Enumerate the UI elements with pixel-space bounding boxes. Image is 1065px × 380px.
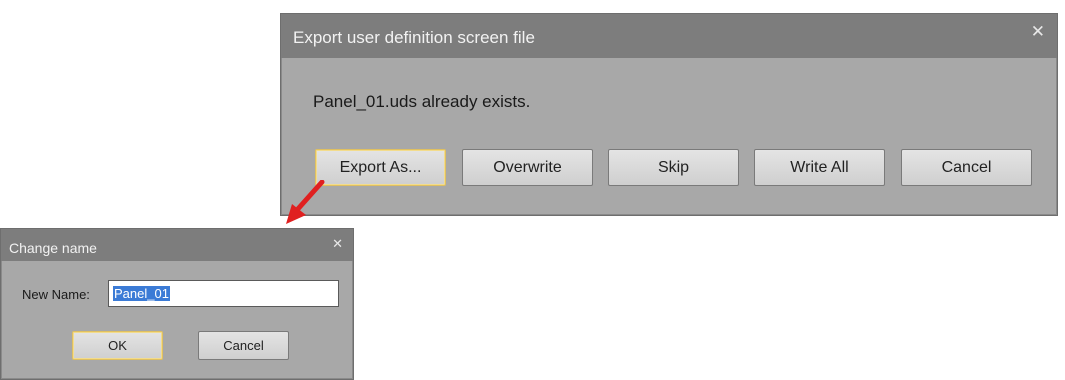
change-name-dialog: Change name ✕ New Name: Panel_01 OK Canc…	[0, 228, 354, 380]
exists-message: Panel_01.uds already exists.	[313, 92, 531, 111]
red-arrow-annotation	[286, 180, 325, 224]
new-name-input[interactable]: Panel_01	[108, 280, 339, 307]
ok-button[interactable]: OK	[72, 331, 163, 360]
cancel-button[interactable]: Cancel	[901, 149, 1032, 186]
export-file-dialog: Export user definition screen file ✕ Pan…	[280, 13, 1058, 216]
close-icon[interactable]: ✕	[1031, 23, 1045, 40]
write-all-button[interactable]: Write All	[754, 149, 885, 186]
skip-button[interactable]: Skip	[608, 149, 739, 186]
new-name-value: Panel_01	[113, 286, 170, 301]
close-icon[interactable]: ✕	[332, 237, 343, 250]
cancel-button[interactable]: Cancel	[198, 331, 289, 360]
new-name-label: New Name:	[22, 287, 90, 302]
change-dialog-title: Change name	[9, 240, 97, 256]
change-dialog-titlebar[interactable]: Change name ✕	[1, 229, 353, 261]
overwrite-button[interactable]: Overwrite	[462, 149, 593, 186]
export-as-button[interactable]: Export As...	[315, 149, 446, 186]
export-dialog-title: Export user definition screen file	[293, 28, 535, 47]
export-dialog-titlebar[interactable]: Export user definition screen file ✕	[281, 14, 1057, 58]
